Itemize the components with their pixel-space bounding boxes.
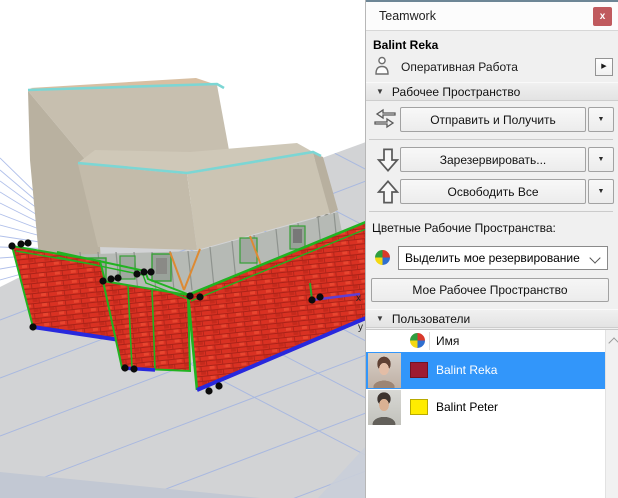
- user-row-balint-peter[interactable]: Balint Peter: [366, 389, 613, 426]
- 3d-scene: x y: [0, 0, 366, 498]
- collapse-triangle-icon: ▼: [376, 314, 384, 323]
- section-users-label: Пользователи: [391, 311, 471, 326]
- archicad-window: x y Teamwork x Balint Reka Оперативная Р…: [0, 0, 618, 498]
- colored-workspaces-label: Цветные Рабочие Пространства:: [372, 221, 556, 235]
- user-color-swatch: [410, 399, 428, 415]
- user-icon: [375, 56, 389, 75]
- mode-flyout-button[interactable]: ▶: [595, 58, 613, 76]
- color-column-icon: [410, 333, 425, 348]
- palette-title: Teamwork: [379, 9, 436, 23]
- highlight-combobox[interactable]: Выделить мое резервирование: [398, 246, 608, 270]
- reserve-arrow-icon: [376, 148, 400, 172]
- reserve-row: Зарезервировать... ▼: [366, 147, 618, 172]
- send-receive-button[interactable]: Отправить и Получить: [400, 107, 586, 132]
- highlight-combo-row: Выделить мое резервирование: [366, 246, 618, 271]
- separator: [369, 211, 613, 212]
- scroll-up-icon[interactable]: [608, 337, 618, 349]
- user-row-balint-reka[interactable]: Balint Reka: [366, 352, 613, 389]
- current-user-name: Balint Reka: [373, 38, 439, 52]
- release-all-dropdown[interactable]: ▼: [588, 179, 614, 204]
- axis-x-label: x: [356, 293, 361, 304]
- separator: [369, 139, 613, 140]
- users-list-header: Имя: [366, 330, 613, 353]
- users-list: Имя Balint Reka Balint Peter: [366, 329, 618, 498]
- users-list-scrollbar[interactable]: [605, 330, 618, 498]
- chevron-down-icon: [589, 252, 601, 264]
- colored-workspaces-icon: [375, 250, 390, 265]
- release-row: Освободить Все ▼: [366, 179, 618, 204]
- section-workspace[interactable]: ▼ Рабочее Пространство: [366, 82, 618, 101]
- teamwork-palette: Teamwork x Balint Reka Оперативная Работ…: [365, 0, 618, 498]
- user-name: Balint Peter: [436, 400, 499, 414]
- teamwork-mode-row: Оперативная Работа ▶: [366, 56, 618, 78]
- send-receive-row: Отправить и Получить ▼: [366, 107, 618, 132]
- mode-label: Оперативная Работа: [401, 60, 518, 74]
- reserve-button[interactable]: Зарезервировать...: [400, 147, 586, 172]
- axis-y-label: y: [358, 322, 363, 333]
- reserve-dropdown[interactable]: ▼: [588, 147, 614, 172]
- palette-titlebar[interactable]: Teamwork x: [366, 2, 618, 31]
- user-avatar: [368, 353, 401, 388]
- collapse-triangle-icon: ▼: [376, 87, 384, 96]
- user-avatar: [368, 390, 401, 425]
- send-receive-icon: [374, 108, 396, 129]
- send-receive-dropdown[interactable]: ▼: [588, 107, 614, 132]
- my-workspace-button[interactable]: Мое Рабочее Пространство: [371, 278, 609, 302]
- name-column-header: Имя: [436, 334, 460, 348]
- release-all-button[interactable]: Освободить Все: [400, 179, 586, 204]
- section-workspace-label: Рабочее Пространство: [391, 84, 521, 99]
- user-name: Balint Reka: [436, 363, 498, 377]
- release-arrow-icon: [376, 180, 400, 204]
- section-users[interactable]: ▼ Пользователи: [366, 309, 618, 328]
- highlight-combobox-value: Выделить мое резервирование: [405, 251, 580, 265]
- close-button[interactable]: x: [593, 7, 612, 26]
- column-separator: [429, 332, 430, 350]
- 3d-viewport[interactable]: x y: [0, 0, 366, 498]
- user-color-swatch: [410, 362, 428, 378]
